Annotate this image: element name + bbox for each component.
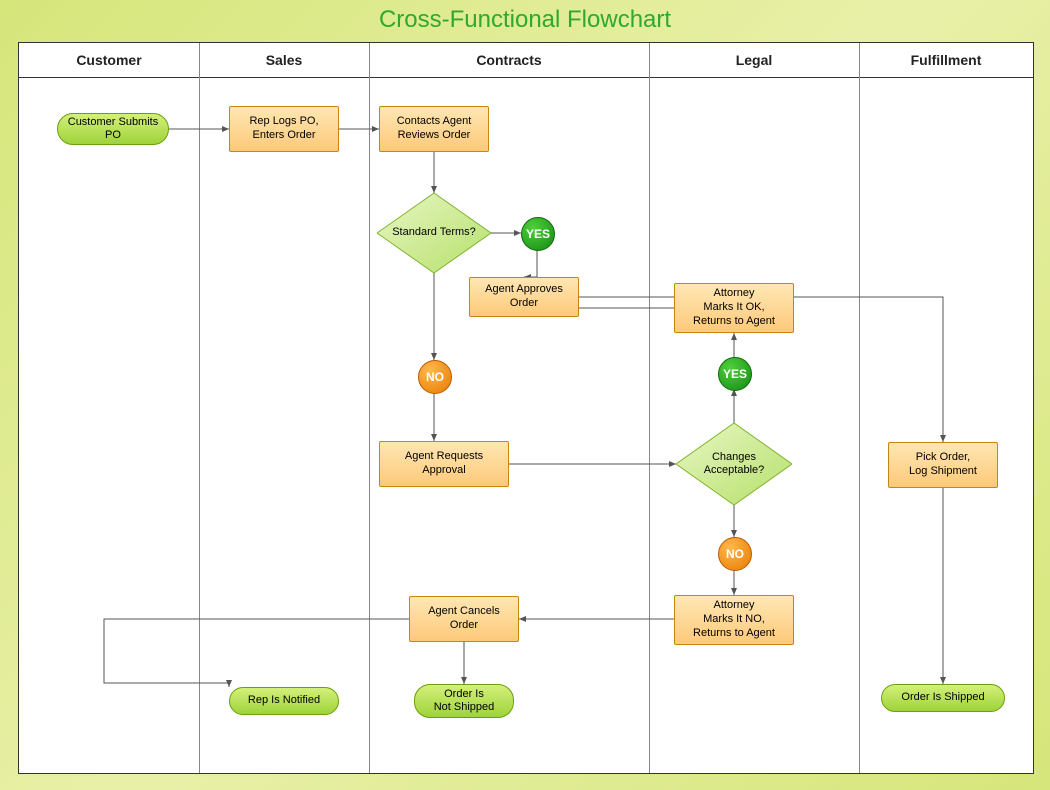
process-pick-order-log-shipment: Pick Order, Log Shipment (888, 442, 998, 488)
connector-no-standard-terms: NO (418, 360, 452, 394)
decision-standard-terms: Standard Terms? (377, 193, 491, 273)
arrows-layer (19, 43, 1033, 773)
terminator-rep-notified: Rep Is Notified (229, 687, 339, 715)
process-attorney-no: Attorney Marks It NO, Returns to Agent (674, 595, 794, 645)
swimlane-board: Customer Sales Contracts Legal Fulfillme… (18, 42, 1034, 774)
process-agent-cancels-order: Agent Cancels Order (409, 596, 519, 642)
terminator-customer-submits-po: Customer Submits PO (57, 113, 169, 145)
lane-header-contracts: Contracts (369, 43, 649, 78)
process-rep-logs-po: Rep Logs PO, Enters Order (229, 106, 339, 152)
connector-yes-changes: YES (718, 357, 752, 391)
connector-no-changes: NO (718, 537, 752, 571)
connector-yes-standard-terms: YES (521, 217, 555, 251)
process-agent-requests-approval: Agent Requests Approval (379, 441, 509, 487)
lane-divider (199, 43, 200, 773)
lane-header-customer: Customer (19, 43, 199, 78)
diagram-title: Cross-Functional Flowchart (0, 6, 1050, 34)
lane-divider (369, 43, 370, 773)
terminator-order-shipped: Order Is Shipped (881, 684, 1005, 712)
lane-header-sales: Sales (199, 43, 369, 78)
process-attorney-ok: Attorney Marks It OK, Returns to Agent (674, 283, 794, 333)
lane-header-fulfillment: Fulfillment (859, 43, 1033, 78)
decision-label: Changes Acceptable? (676, 423, 792, 505)
terminator-order-not-shipped: Order Is Not Shipped (414, 684, 514, 718)
lane-header-legal: Legal (649, 43, 859, 78)
process-contacts-agent-reviews: Contacts Agent Reviews Order (379, 106, 489, 152)
process-agent-approves-order: Agent Approves Order (469, 277, 579, 317)
lane-divider (859, 43, 860, 773)
decision-changes-acceptable: Changes Acceptable? (676, 423, 792, 505)
decision-label: Standard Terms? (377, 193, 491, 273)
lane-divider (649, 43, 650, 773)
